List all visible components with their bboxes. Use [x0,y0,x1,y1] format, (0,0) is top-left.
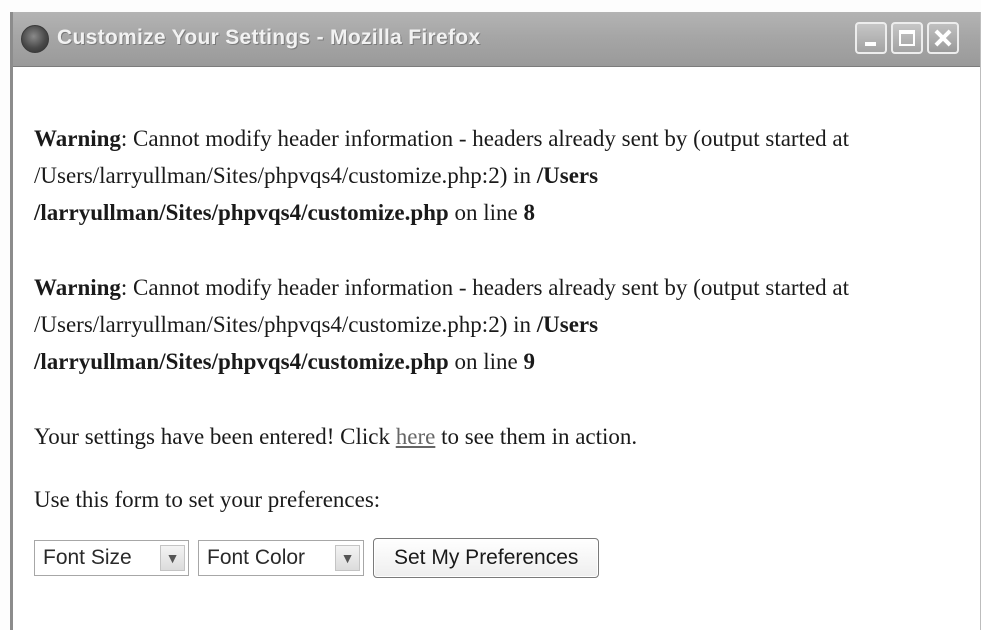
title-bar[interactable]: Customize Your Settings - Mozilla Firefo… [13,12,980,67]
browser-window: Customize Your Settings - Mozilla Firefo… [10,12,981,630]
warning-label: Warning [34,275,121,300]
maximize-button[interactable] [891,22,923,54]
window-title: Customize Your Settings - Mozilla Firefo… [57,26,481,49]
close-button[interactable] [927,22,959,54]
warning-message-1: Warning: Cannot modify header informatio… [34,120,954,231]
font-size-select-value: Font Size [43,546,132,569]
chevron-down-icon[interactable]: ▼ [160,545,185,571]
set-preferences-button[interactable]: Set My Preferences [373,538,600,578]
settings-confirmation: Your settings have been entered! Click h… [34,418,954,455]
font-color-select-value: Font Color [207,546,306,569]
warning-line-text: on line [448,349,524,374]
chevron-down-icon[interactable]: ▼ [335,545,360,571]
warning-text: : Cannot modify header information - hea… [34,126,850,188]
page-content: Warning: Cannot modify header informatio… [34,120,954,578]
confirmation-text-before: Your settings have been entered! Click [34,424,396,449]
preferences-form: Font Size ▼ Font Color ▼ Set My Preferen… [34,538,954,578]
minimize-button[interactable] [855,22,887,54]
maximize-icon [899,30,915,46]
warning-line-number: 9 [523,349,535,374]
font-size-select[interactable]: Font Size ▼ [34,540,189,576]
warning-message-2: Warning: Cannot modify header informatio… [34,269,954,380]
confirmation-text-after: to see them in action. [435,424,638,449]
warning-line-number: 8 [523,200,535,225]
font-color-select[interactable]: Font Color ▼ [198,540,364,576]
warning-line-text: on line [448,200,524,225]
form-prompt: Use this form to set your preferences: [34,487,381,512]
warning-text: : Cannot modify header information - hea… [34,275,850,337]
minimize-icon [865,42,876,46]
warning-label: Warning [34,126,121,151]
here-link[interactable]: here [396,424,436,449]
close-icon [929,24,957,52]
firefox-icon [21,25,49,53]
